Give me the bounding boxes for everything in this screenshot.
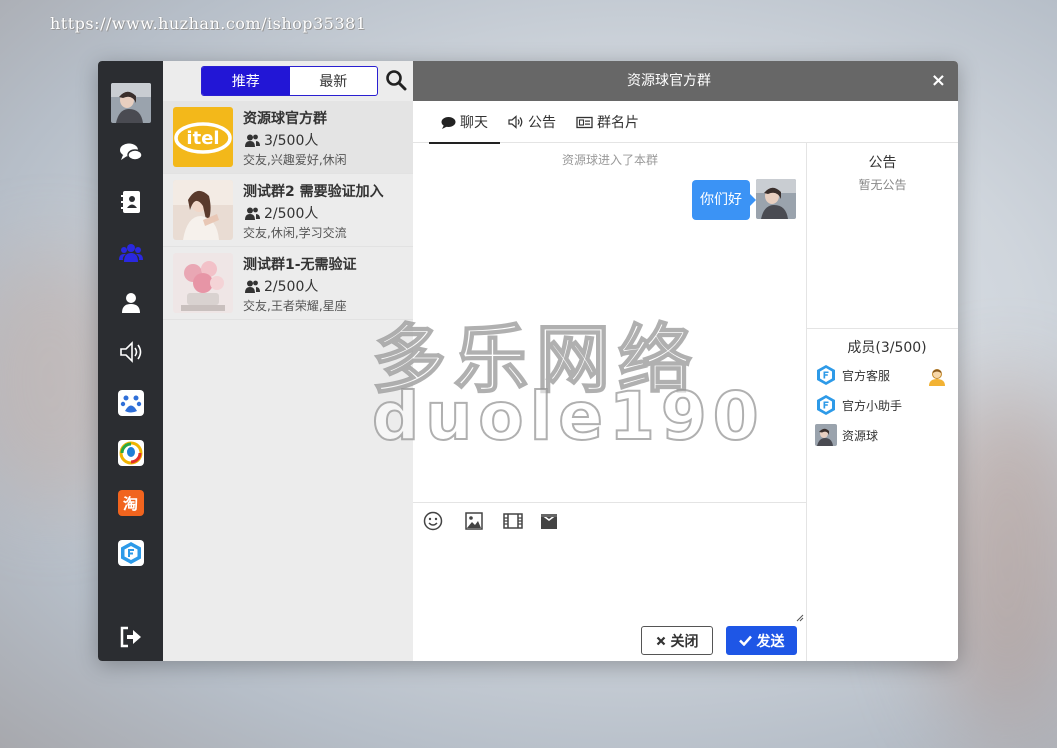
baidu-app-icon bbox=[117, 390, 144, 416]
group-info-sidebar: 公告 暂无公告 成员(3/500) 官方客服 官方小助手 资源球 bbox=[807, 143, 958, 661]
nav-contacts[interactable] bbox=[98, 184, 163, 220]
chat-window: 淘 推荐 最新 itel 资源球官方群 3/500人 交友,兴趣爱好,休闲 测试… bbox=[98, 61, 958, 661]
message-area: 资源球进入了本群 你们好 bbox=[413, 143, 807, 502]
nav-sidebar: 淘 bbox=[98, 61, 163, 661]
group-tags: 交友,兴趣爱好,休闲 bbox=[243, 153, 347, 167]
chat-title: 资源球官方群 bbox=[627, 73, 711, 89]
qq-app-icon bbox=[117, 440, 144, 466]
group-name: 测试群2 需要验证加入 bbox=[243, 184, 384, 200]
chat-bubble-icon bbox=[441, 116, 456, 129]
resize-grip-icon[interactable] bbox=[796, 614, 804, 622]
count-text: 3/500人 bbox=[264, 133, 319, 149]
member-name: 资源球 bbox=[842, 428, 879, 443]
member-item[interactable]: 资源球 bbox=[815, 423, 878, 447]
chat-panel: 资源球官方群 × 聊天 公告 群名片 资源球进入了本群 你们好 关闭 发送 公告… bbox=[413, 61, 958, 661]
member-name: 官方客服 bbox=[842, 368, 891, 383]
group-member-count: 3/500人 bbox=[245, 130, 318, 150]
emoji-icon[interactable] bbox=[422, 510, 444, 532]
group-name: 资源球官方群 bbox=[243, 111, 327, 127]
nav-qq-app[interactable] bbox=[98, 435, 163, 471]
group-tags: 交友,王者荣耀,星座 bbox=[243, 299, 347, 313]
nav-baidu-app[interactable] bbox=[98, 385, 163, 421]
message-bubble: 你们好 bbox=[692, 180, 756, 220]
chat-icon bbox=[119, 143, 143, 161]
notice-empty-text: 暂无公告 bbox=[858, 178, 907, 192]
tab-chat-label: 聊天 bbox=[460, 115, 488, 131]
member-avatar bbox=[815, 364, 837, 386]
close-button[interactable]: 关闭 bbox=[641, 626, 713, 655]
count-text: 2/500人 bbox=[264, 279, 319, 295]
members-icon bbox=[245, 207, 260, 220]
member-avatar bbox=[815, 424, 837, 446]
contacts-icon bbox=[120, 191, 140, 213]
search-icon[interactable] bbox=[385, 69, 407, 91]
members-icon bbox=[245, 134, 260, 147]
group-list: itel 资源球官方群 3/500人 交友,兴趣爱好,休闲 测试群2 需要验证加… bbox=[163, 101, 413, 320]
divider bbox=[807, 328, 958, 329]
close-button-label: 关闭 bbox=[670, 633, 699, 650]
nav-groups[interactable] bbox=[98, 235, 163, 271]
member-name: 官方小助手 bbox=[842, 398, 903, 413]
chat-tabs: 聊天 公告 群名片 bbox=[413, 101, 958, 144]
group-item[interactable]: 测试群1-无需验证 2/500人 交友,王者荣耀,星座 bbox=[163, 247, 413, 320]
nav-chat[interactable] bbox=[98, 135, 163, 171]
close-icon[interactable]: × bbox=[931, 71, 946, 91]
group-avatar bbox=[173, 253, 233, 313]
svg-text:itel: itel bbox=[186, 128, 219, 149]
tab-card-label: 群名片 bbox=[597, 115, 639, 131]
check-icon bbox=[738, 635, 752, 646]
card-icon bbox=[576, 116, 593, 128]
send-button[interactable]: 发送 bbox=[726, 626, 797, 655]
member-item[interactable]: 官方客服 bbox=[815, 363, 890, 387]
group-member-count: 2/500人 bbox=[245, 203, 318, 223]
brand-app-icon bbox=[117, 540, 144, 566]
background-url-text: https://www.huzhan.com/ishop35381 bbox=[50, 14, 367, 33]
list-tabs: 推荐 最新 bbox=[201, 66, 378, 96]
group-list-panel: 推荐 最新 itel 资源球官方群 3/500人 交友,兴趣爱好,休闲 测试群2… bbox=[163, 61, 413, 661]
group-item[interactable]: itel 资源球官方群 3/500人 交友,兴趣爱好,休闲 bbox=[163, 101, 413, 174]
send-button-label: 发送 bbox=[756, 633, 785, 650]
user-icon bbox=[121, 293, 140, 313]
message-input[interactable] bbox=[413, 538, 807, 624]
tab-notice[interactable]: 公告 bbox=[508, 101, 556, 143]
group-avatar bbox=[173, 180, 233, 240]
tab-notice-label: 公告 bbox=[528, 115, 556, 131]
group-member-count: 2/500人 bbox=[245, 276, 318, 296]
admin-user-icon bbox=[929, 369, 945, 386]
group-tags: 交友,休闲,学习交流 bbox=[243, 226, 347, 240]
notice-title: 公告 bbox=[868, 155, 897, 171]
tab-card[interactable]: 群名片 bbox=[576, 101, 639, 143]
tab-recommended[interactable]: 推荐 bbox=[202, 67, 290, 95]
tab-latest[interactable]: 最新 bbox=[290, 67, 378, 95]
members-icon bbox=[245, 280, 260, 293]
system-message: 资源球进入了本群 bbox=[561, 153, 658, 167]
logout-icon bbox=[120, 626, 141, 648]
image-icon[interactable] bbox=[463, 510, 485, 532]
file-icon[interactable] bbox=[538, 510, 560, 532]
message-toolbar bbox=[413, 502, 807, 538]
button-row: 关闭 发送 bbox=[413, 624, 807, 661]
user-avatar[interactable] bbox=[111, 83, 151, 123]
video-icon[interactable] bbox=[502, 510, 524, 532]
nav-logout[interactable] bbox=[98, 619, 163, 655]
group-item[interactable]: 测试群2 需要验证加入 2/500人 交友,休闲,学习交流 bbox=[163, 174, 413, 247]
avatar bbox=[756, 179, 796, 219]
speaker-icon bbox=[508, 115, 523, 129]
members-title: 成员(3/500) bbox=[847, 340, 927, 356]
member-item[interactable]: 官方小助手 bbox=[815, 393, 902, 417]
taobao-app-icon: 淘 bbox=[117, 490, 144, 516]
nav-announce[interactable] bbox=[98, 334, 163, 370]
group-name: 测试群1-无需验证 bbox=[243, 257, 357, 273]
group-logo: itel bbox=[173, 107, 233, 167]
nav-brand-app[interactable] bbox=[98, 535, 163, 571]
nav-taobao-app[interactable]: 淘 bbox=[98, 485, 163, 521]
count-text: 2/500人 bbox=[264, 206, 319, 222]
chat-header: 资源球官方群 × bbox=[413, 61, 958, 101]
member-avatar bbox=[815, 394, 837, 416]
nav-profile[interactable] bbox=[98, 285, 163, 321]
speaker-icon bbox=[119, 341, 141, 363]
tab-chat[interactable]: 聊天 bbox=[429, 101, 500, 144]
group-icon bbox=[118, 244, 143, 262]
close-icon bbox=[656, 636, 665, 645]
